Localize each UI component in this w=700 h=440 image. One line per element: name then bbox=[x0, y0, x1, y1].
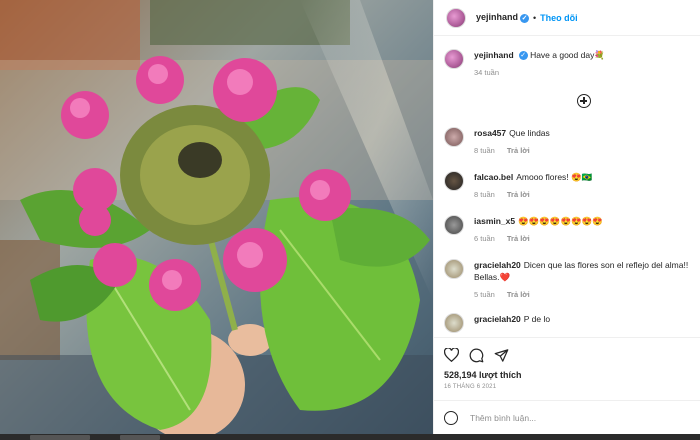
comment-time[interactable]: 8 tuần bbox=[474, 146, 495, 155]
comment-text: 😍😍😍😍😍😍😍😍 bbox=[518, 216, 603, 226]
comment-text: Amooo flores! 😍🇧🇷 bbox=[516, 172, 593, 182]
reply-button[interactable]: Trả lời bbox=[507, 234, 530, 243]
author-avatar[interactable] bbox=[446, 7, 466, 28]
separator-dot: • bbox=[533, 12, 537, 23]
background-strip bbox=[0, 434, 700, 440]
verified-icon: ✓ bbox=[518, 51, 528, 61]
commenter-avatar[interactable] bbox=[444, 313, 464, 333]
verified-icon: ✓ bbox=[520, 13, 530, 23]
heart-icon[interactable] bbox=[444, 348, 459, 362]
follow-button[interactable]: Theo dõi bbox=[540, 13, 578, 23]
comment-item: iasmin_x5 😍😍😍😍😍😍😍😍 6 tuần Trả lời bbox=[444, 215, 690, 245]
like-count[interactable]: 528,194 lượt thích bbox=[444, 370, 690, 380]
reply-button[interactable]: Trả lời bbox=[507, 290, 530, 299]
comments-list[interactable]: yejinhand ✓ Have a good day💐 34 tuần rosa… bbox=[434, 37, 700, 337]
reply-button[interactable]: Trả lời bbox=[507, 146, 530, 155]
post-actions: 528,194 lượt thích 16 THÁNG 6 2021 bbox=[434, 337, 700, 395]
post-header: yejinhand ✓ • Theo dõi bbox=[434, 0, 700, 36]
commenter-avatar[interactable] bbox=[444, 127, 464, 147]
comment-username[interactable]: gracielah20 bbox=[474, 314, 521, 324]
author-username[interactable]: yejinhand ✓ bbox=[476, 12, 530, 23]
comment-item: gracielah20 P de lo bbox=[444, 313, 690, 333]
plus-circle-icon[interactable] bbox=[577, 94, 591, 108]
comment-username[interactable]: rosa457 bbox=[474, 128, 506, 138]
comment-time[interactable]: 8 tuần bbox=[474, 190, 495, 199]
add-comment-bar bbox=[434, 400, 700, 434]
post-photo[interactable] bbox=[0, 0, 433, 434]
comment-item: gracielah20 Dicen que las flores son el r… bbox=[444, 259, 690, 301]
commenter-avatar[interactable] bbox=[444, 171, 464, 191]
caption-text: Have a good day💐 bbox=[530, 50, 605, 60]
share-icon[interactable] bbox=[494, 348, 509, 363]
post-date: 16 THÁNG 6 2021 bbox=[444, 384, 497, 390]
comment-icon[interactable] bbox=[469, 348, 484, 363]
caption-time[interactable]: 34 tuần bbox=[474, 68, 499, 77]
caption-username[interactable]: yejinhand bbox=[474, 50, 514, 60]
commenter-avatar[interactable] bbox=[444, 259, 464, 279]
post-dialog: yejinhand ✓ • Theo dõi yejinhand ✓ Have a … bbox=[0, 0, 700, 434]
comment-input[interactable] bbox=[470, 412, 670, 423]
commenter-avatar[interactable] bbox=[444, 215, 464, 235]
author-avatar[interactable] bbox=[444, 49, 464, 69]
comment-username[interactable]: gracielah20 bbox=[474, 260, 521, 270]
comment-time[interactable]: 6 tuần bbox=[474, 234, 495, 243]
comment-item: rosa457 Que lindas 8 tuần Trả lời bbox=[444, 127, 690, 157]
comment-username[interactable]: falcao.bel bbox=[474, 172, 513, 182]
caption: yejinhand ✓ Have a good day💐 34 tuần bbox=[444, 49, 690, 79]
flower-photo-illustration bbox=[0, 0, 433, 434]
comment-item: falcao.bel Amooo flores! 😍🇧🇷 8 tuần Trả lờ… bbox=[444, 171, 690, 201]
comment-text: P de lo bbox=[523, 314, 551, 324]
author-username-text[interactable]: yejinhand bbox=[476, 12, 518, 22]
comment-time[interactable]: 5 tuần bbox=[474, 290, 495, 299]
comment-username[interactable]: iasmin_x5 bbox=[474, 216, 515, 226]
post-side-panel: yejinhand ✓ • Theo dõi yejinhand ✓ Have a … bbox=[433, 0, 700, 434]
comment-text: Que lindas bbox=[509, 128, 550, 138]
emoji-icon[interactable] bbox=[444, 410, 458, 425]
reply-button[interactable]: Trả lời bbox=[507, 190, 530, 199]
